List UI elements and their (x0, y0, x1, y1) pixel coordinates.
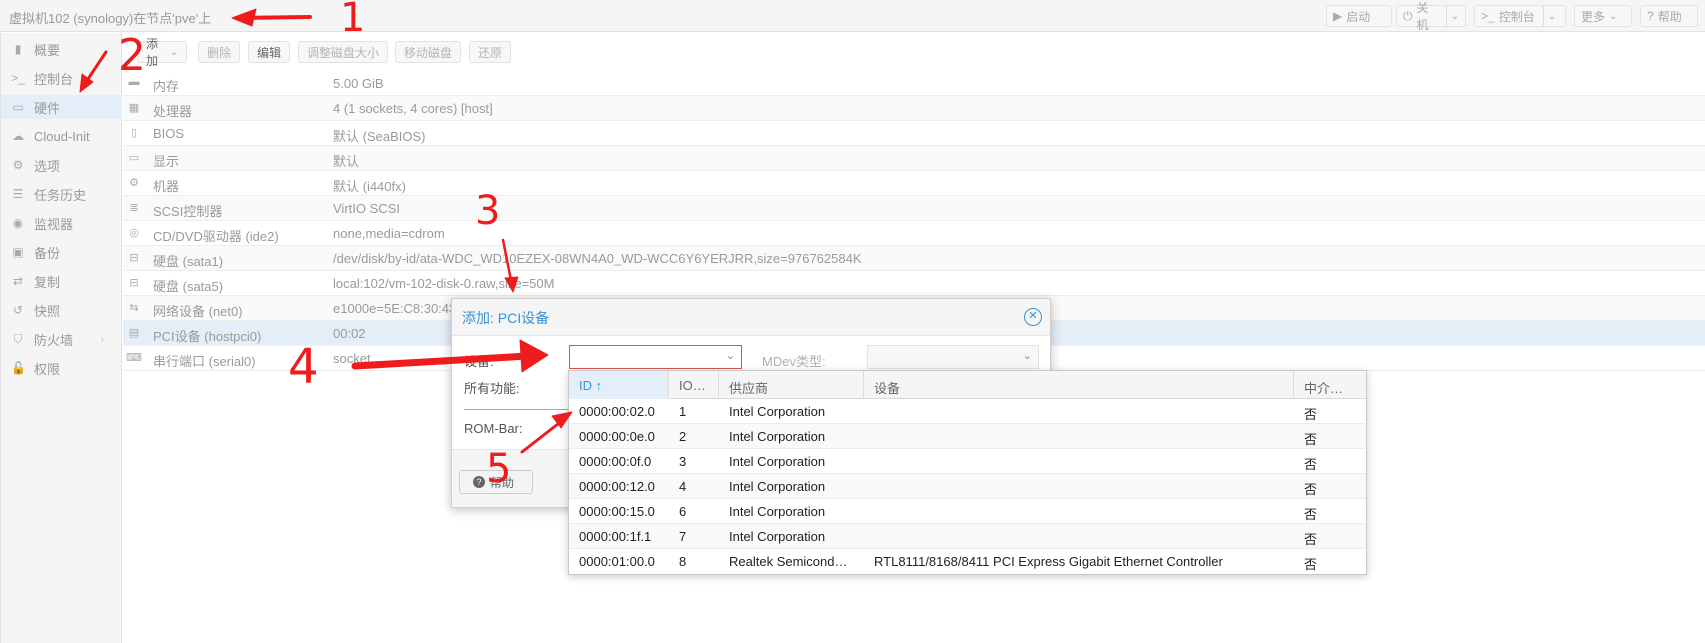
list-item[interactable]: 0000:00:15.0 6 Intel Corporation 否 (569, 499, 1366, 524)
dialog-help-button[interactable]: ? 帮助 (459, 470, 533, 494)
column-header-device[interactable]: 设备 (864, 371, 1294, 399)
table-row[interactable]: ▯ BIOS 默认 (SeaBIOS) (123, 121, 1705, 146)
question-icon: ? (473, 476, 485, 488)
sidebar-item-task-history[interactable]: ☰ 任务历史 (1, 182, 122, 206)
sidebar-item-console[interactable]: >_ 控制台 (1, 66, 122, 90)
chevron-down-icon: ⌄ (1609, 10, 1618, 22)
device-select[interactable]: ⌄ (569, 345, 742, 369)
list-item[interactable]: 0000:00:1f.1 7 Intel Corporation 否 (569, 524, 1366, 549)
hdd-icon: ⊟ (129, 252, 139, 264)
add-button[interactable]: 添加 ⌄ (137, 37, 187, 68)
sidebar-item-backup[interactable]: ▣ 备份 (1, 240, 122, 264)
unlock-icon: 🔓 (11, 361, 26, 375)
list-item[interactable]: 0000:00:02.0 1 Intel Corporation 否 (569, 399, 1366, 424)
desktop-icon: ▭ (128, 152, 140, 164)
sidebar-item-permissions[interactable]: 🔓 权限 (1, 356, 122, 380)
hdd-icon: ⊟ (129, 277, 139, 289)
shield-icon: ⛉ (13, 331, 23, 346)
memory-icon: ▬ (128, 76, 140, 88)
play-icon: ▶ (1333, 9, 1343, 23)
chevron-down-icon[interactable]: ⌄ (1548, 11, 1556, 22)
list-item[interactable]: 0000:00:12.0 4 Intel Corporation 否 (569, 474, 1366, 499)
sidebar-item-snapshots[interactable]: ↺ 快照 (1, 298, 122, 322)
retweet-icon: ⇄ (12, 274, 24, 288)
table-row[interactable]: ≣ SCSI控制器 VirtIO SCSI (123, 196, 1705, 221)
header-bar: 虚拟机102 (synology)在节点'pve'上 ▶ 启动 ⏻ 关机 ⌄ >… (0, 0, 1705, 32)
monitor-icon: ▭ (12, 100, 24, 114)
dialog-title: 添加: PCI设备 (462, 310, 550, 326)
rombar-label: ROM-Bar: (464, 421, 523, 436)
column-header-iommu[interactable]: IO… (669, 371, 719, 399)
start-button[interactable]: ▶ 启动 (1326, 5, 1392, 27)
revert-button[interactable]: 还原 (469, 41, 512, 63)
shutdown-button[interactable]: ⏻ 关机 ⌄ (1396, 1, 1466, 32)
eye-icon: ◉ (12, 216, 24, 230)
hardware-toolbar: 添加 ⌄ 删除 编辑 调整磁盘大小 移动磁盘 还原 (123, 33, 1705, 70)
page-title: 虚拟机102 (synology)在节点'pve'上 (9, 11, 212, 26)
table-row[interactable]: ◎ CD/DVD驱动器 (ide2) none,media=cdrom (123, 221, 1705, 246)
list-item[interactable]: 0000:01:00.0 8 Realtek Semicond… RTL8111… (569, 549, 1366, 574)
grid-header: ID ↑ IO… 供应商 设备 中介… (569, 371, 1366, 399)
chevron-right-icon: › (100, 333, 104, 345)
chevron-down-icon: ⌄ (169, 46, 178, 58)
cogs-icon: ⚙ (129, 177, 139, 189)
microchip-icon: ▯ (130, 127, 138, 139)
table-row[interactable]: ▭ 显示 默认 (123, 146, 1705, 171)
sidebar-item-monitor[interactable]: ◉ 监视器 (1, 211, 122, 235)
cpu-icon: ▦ (128, 102, 140, 114)
chevron-down-icon[interactable]: ⌄ (726, 349, 735, 362)
column-header-id[interactable]: ID ↑ (569, 371, 669, 399)
database-icon: ≣ (129, 202, 139, 214)
table-row[interactable]: ▬ 内存 5.00 GiB (123, 71, 1705, 96)
sidebar: ▮ 概要 >_ 控制台 ▭ 硬件 ☁ Cloud-Init ⚙ 选项 ☰ 任务历史 ◉ 监视器… (0, 33, 122, 643)
divider (464, 409, 569, 410)
list-icon: ☰ (12, 187, 24, 201)
sidebar-item-options[interactable]: ⚙ 选项 (1, 153, 122, 177)
keyboard-icon: ⌨ (126, 352, 142, 364)
mdev-type-label: MDev类型: (762, 354, 826, 369)
terminal-icon: >_ (1481, 9, 1495, 23)
table-row[interactable]: ▦ 处理器 4 (1 sockets, 4 cores) [host] (123, 96, 1705, 121)
all-functions-label: 所有功能: (464, 381, 520, 396)
power-icon: ⏻ (1403, 8, 1413, 23)
list-item[interactable]: 0000:00:0f.0 3 Intel Corporation 否 (569, 449, 1366, 474)
more-button[interactable]: 更多 ⌄ (1574, 5, 1632, 27)
list-item[interactable]: 0000:00:0e.0 2 Intel Corporation 否 (569, 424, 1366, 449)
column-header-vendor[interactable]: 供应商 (719, 371, 864, 399)
table-row[interactable]: ⊟ 硬盘 (sata5) local:102/vm-102-disk-0.raw,s… (123, 271, 1705, 296)
proxmox-window: 虚拟机102 (synology)在节点'pve'上 ▶ 启动 ⏻ 关机 ⌄ >… (0, 0, 1705, 643)
sidebar-item-firewall[interactable]: ⛉ 防火墙 › (1, 327, 122, 351)
edit-button[interactable]: 编辑 (248, 41, 291, 63)
table-row[interactable]: ⚙ 机器 默认 (i440fx) (123, 171, 1705, 196)
disc-icon: ◎ (129, 227, 139, 239)
cloud-icon: ☁ (12, 129, 24, 143)
sidebar-item-summary[interactable]: ▮ 概要 (1, 37, 122, 61)
pci-device-picker: ID ↑ IO… 供应商 设备 中介… 0000:00:02.0 1 Intel… (568, 370, 1367, 575)
move-disk-button[interactable]: 移动磁盘 (395, 41, 462, 63)
remove-button[interactable]: 删除 (198, 41, 241, 63)
sidebar-item-hardware[interactable]: ▭ 硬件 (1, 95, 122, 119)
console-button[interactable]: >_ 控制台 ⌄ (1474, 5, 1566, 27)
chevron-down-icon: ⌄ (1022, 350, 1032, 362)
help-button[interactable]: ? 帮助 (1640, 5, 1698, 27)
device-label: 设备: (464, 354, 494, 369)
table-row[interactable]: ⊟ 硬盘 (sata1)/dev/disk/by-id/ata-WDC_WD10E… (123, 246, 1705, 271)
gear-icon: ⚙ (12, 158, 24, 172)
history-icon: ↺ (12, 303, 24, 317)
question-icon: ? (1647, 9, 1654, 23)
chevron-down-icon[interactable]: ⌄ (1451, 11, 1459, 22)
book-icon: ▮ (14, 42, 22, 56)
exchange-icon: ⇆ (129, 302, 139, 314)
resize-disk-button[interactable]: 调整磁盘大小 (298, 41, 389, 63)
sidebar-item-cloud-init[interactable]: ☁ Cloud-Init (1, 124, 122, 148)
sidebar-item-replication[interactable]: ⇄ 复制 (1, 269, 122, 293)
floppy-icon: ▣ (12, 245, 24, 259)
close-icon[interactable]: ✕ (1024, 308, 1042, 326)
mdev-type-select[interactable]: ⌄ (867, 345, 1039, 369)
column-header-mediated[interactable]: 中介… (1294, 371, 1366, 399)
pci-card-icon: ▤ (128, 327, 140, 339)
terminal-icon: >_ (11, 71, 25, 85)
